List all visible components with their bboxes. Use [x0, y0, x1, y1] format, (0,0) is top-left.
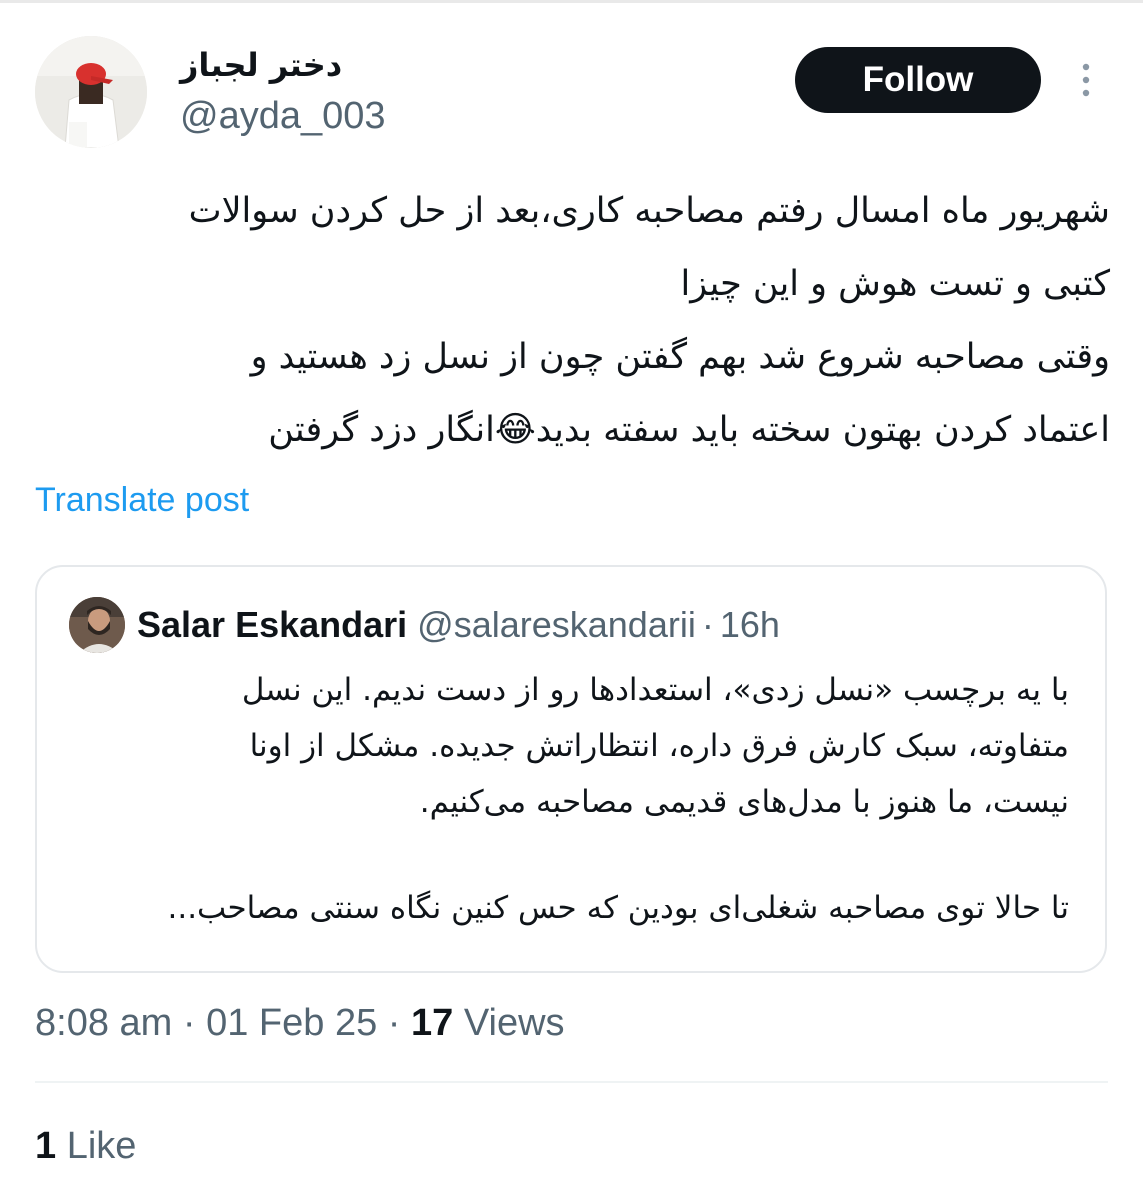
- author-avatar[interactable]: [35, 36, 147, 148]
- author-handle[interactable]: @ayda_003: [180, 93, 386, 139]
- author-display-name[interactable]: دختر لجباز: [180, 40, 342, 90]
- tweet-text: شهریور ماه امسال رفتم مصاحبه کاری،بعد از…: [35, 175, 1110, 467]
- more-vertical-icon[interactable]: [1075, 60, 1097, 100]
- divider: [35, 1081, 1108, 1083]
- translate-post-link[interactable]: Translate post: [35, 478, 249, 522]
- quoted-post-time: 16h: [719, 604, 780, 645]
- post-date[interactable]: 01 Feb 25: [206, 1002, 377, 1044]
- likes-stat[interactable]: 1 Like: [35, 1121, 136, 1171]
- post-time[interactable]: 8:08 am: [35, 1002, 172, 1044]
- quoted-author-handle[interactable]: @salareskandarii: [417, 604, 696, 645]
- separator-dot: ·: [701, 604, 714, 645]
- follow-button[interactable]: Follow: [795, 47, 1041, 113]
- quoted-line: با یه برچسب «نسل زدی»، استعدادها رو از د…: [241, 672, 1069, 708]
- quoted-line-truncated: تا حالا توی مصاحبه شغلی‌ای بودین که حس ک…: [167, 890, 1070, 926]
- tweet-line: اعتماد کردن بهتون سخته باید سفته بدید😂ان…: [268, 410, 1110, 450]
- quoted-author-name[interactable]: Salar Eskandari: [137, 604, 407, 645]
- like-count: 1: [35, 1125, 57, 1167]
- views-count: 17: [411, 1002, 454, 1044]
- top-divider: [0, 0, 1143, 3]
- tweet-line: کتبی و تست هوش و این چیزا: [680, 264, 1110, 304]
- quoted-post-text: با یه برچسب «نسل زدی»، استعدادها رو از د…: [69, 662, 1070, 936]
- tweet-line: شهریور ماه امسال رفتم مصاحبه کاری،بعد از…: [188, 191, 1110, 231]
- quoted-post-header: Salar Eskandari @salareskandarii · 16h: [137, 599, 780, 651]
- quoted-author-avatar[interactable]: [69, 597, 125, 653]
- separator-dot: ·: [387, 1002, 401, 1044]
- quoted-post-card[interactable]: Salar Eskandari @salareskandarii · 16h با ی…: [35, 565, 1107, 973]
- post-metadata: 8:08 am · 01 Feb 25 · 17 Views: [35, 998, 565, 1048]
- quoted-line: متفاوته، سبک کارش فرق داره، انتظاراتش جد…: [249, 728, 1069, 764]
- quoted-line: نیست، ما هنوز با مدل‌های قدیمی مصاحبه می…: [419, 784, 1069, 820]
- separator-dot: ·: [182, 1002, 196, 1044]
- tweet-line: وقتی مصاحبه شروع شد بهم گفتن چون از نسل …: [250, 337, 1110, 377]
- views-label: Views: [463, 1002, 565, 1044]
- like-label: Like: [66, 1125, 137, 1167]
